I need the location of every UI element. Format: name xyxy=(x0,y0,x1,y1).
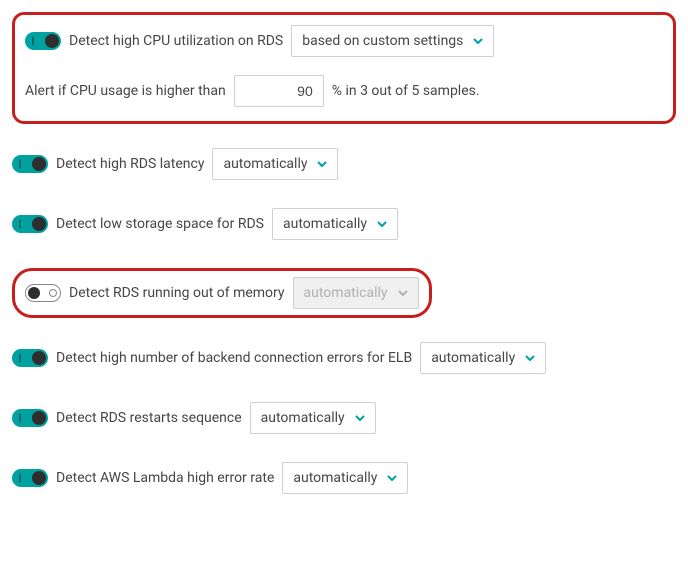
select-restarts-mode[interactable]: automatically xyxy=(250,402,376,434)
toggle-elb-errors[interactable] xyxy=(12,349,48,367)
setting-block-storage: Detect low storage space for RDS automat… xyxy=(12,208,676,240)
toggle-rds-restarts[interactable] xyxy=(12,409,48,427)
label-lambda-errors: Detect AWS Lambda high error rate xyxy=(56,470,274,486)
setting-row-storage: Detect low storage space for RDS automat… xyxy=(12,208,676,240)
select-latency-mode[interactable]: automatically xyxy=(212,148,338,180)
label-rds-memory: Detect RDS running out of memory xyxy=(69,285,285,301)
select-latency-mode-value: automatically xyxy=(223,156,307,172)
threshold-input-cpu[interactable] xyxy=(234,75,324,107)
select-elb-mode-value: automatically xyxy=(431,350,515,366)
chevron-down-icon xyxy=(525,355,535,361)
chevron-down-icon xyxy=(473,38,483,44)
select-storage-mode-value: automatically xyxy=(283,216,367,232)
select-cpu-mode-value: based on custom settings xyxy=(302,33,463,49)
label-cpu-utilization: Detect high CPU utilization on RDS xyxy=(69,33,283,49)
chevron-down-icon xyxy=(387,475,397,481)
select-memory-mode-value: automatically xyxy=(304,285,388,301)
setting-row-cpu: Detect high CPU utilization on RDS based… xyxy=(25,25,659,57)
threshold-prefix: Alert if CPU usage is higher than xyxy=(25,83,226,99)
toggle-rds-storage[interactable] xyxy=(12,215,48,233)
chevron-down-icon xyxy=(377,221,387,227)
chevron-down-icon xyxy=(355,415,365,421)
label-rds-latency: Detect high RDS latency xyxy=(56,156,204,172)
toggle-rds-memory[interactable] xyxy=(25,284,61,302)
setting-row-latency: Detect high RDS latency automatically xyxy=(12,148,676,180)
label-rds-storage: Detect low storage space for RDS xyxy=(56,216,264,232)
select-restarts-mode-value: automatically xyxy=(261,410,345,426)
highlight-cpu-utilization: Detect high CPU utilization on RDS based… xyxy=(12,12,676,124)
label-rds-restarts: Detect RDS restarts sequence xyxy=(56,410,242,426)
toggle-lambda-errors[interactable] xyxy=(12,469,48,487)
threshold-suffix: % in 3 out of 5 samples. xyxy=(332,83,480,99)
threshold-row-cpu: Alert if CPU usage is higher than % in 3… xyxy=(25,75,659,107)
setting-block-memory: Detect RDS running out of memory automat… xyxy=(12,268,676,342)
select-lambda-mode[interactable]: automatically xyxy=(282,462,408,494)
setting-block-elb: Detect high number of backend connection… xyxy=(12,342,676,374)
label-elb-errors: Detect high number of backend connection… xyxy=(56,350,412,366)
setting-row-lambda: Detect AWS Lambda high error rate automa… xyxy=(12,462,676,494)
setting-block-latency: Detect high RDS latency automatically xyxy=(12,148,676,180)
toggle-rds-latency[interactable] xyxy=(12,155,48,173)
select-memory-mode: automatically xyxy=(293,277,419,309)
select-cpu-mode[interactable]: based on custom settings xyxy=(291,25,494,57)
setting-block-lambda: Detect AWS Lambda high error rate automa… xyxy=(12,462,676,494)
toggle-cpu-utilization[interactable] xyxy=(25,32,61,50)
select-storage-mode[interactable]: automatically xyxy=(272,208,398,240)
chevron-down-icon xyxy=(317,161,327,167)
setting-block-restarts: Detect RDS restarts sequence automatical… xyxy=(12,402,676,434)
select-elb-mode[interactable]: automatically xyxy=(420,342,546,374)
chevron-down-icon xyxy=(398,290,408,296)
select-lambda-mode-value: automatically xyxy=(293,470,377,486)
highlight-rds-memory: Detect RDS running out of memory automat… xyxy=(12,268,432,318)
setting-row-elb: Detect high number of backend connection… xyxy=(12,342,676,374)
setting-row-restarts: Detect RDS restarts sequence automatical… xyxy=(12,402,676,434)
